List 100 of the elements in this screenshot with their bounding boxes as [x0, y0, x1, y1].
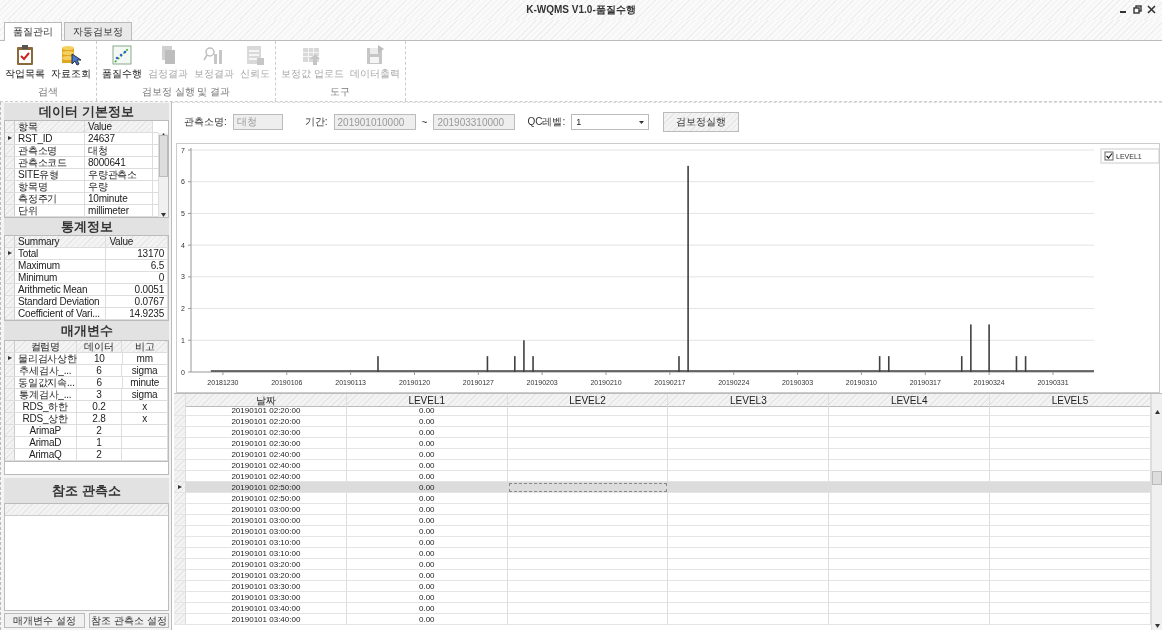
table-cell: 0.00	[346, 416, 508, 427]
window-title: K-WQMS V1.0-품질수행	[526, 3, 636, 17]
table-cell: 20190101 02:20:00	[186, 416, 347, 427]
table-cell: 20190101 03:10:00	[186, 548, 347, 559]
table-cell: ArimaQ	[15, 449, 77, 460]
table-cell: 추세검사_...	[15, 365, 77, 376]
table-cell: 0.00	[346, 537, 508, 548]
table-cell: 20190101 03:30:00	[186, 592, 347, 603]
data-bar	[1015, 356, 1018, 372]
table-cell: 항목명	[15, 181, 85, 192]
table-cell: 20190101 02:20:00	[186, 405, 347, 416]
data-bar	[878, 356, 881, 372]
table-cell: 3	[76, 389, 123, 400]
table-cell: 0	[106, 272, 168, 283]
trend-chart-icon	[111, 44, 133, 66]
table-cell: 통계검사_...	[15, 389, 77, 400]
column-header: 항목	[15, 121, 85, 132]
table-cell: 20190101 03:00:00	[186, 526, 347, 537]
table-cell: 0.00	[346, 438, 508, 449]
group-label: 검색	[37, 85, 59, 99]
settings-button[interactable]: 매개변수 설정	[4, 613, 85, 628]
table-cell: Standard Deviation	[15, 296, 107, 307]
table-cell: minute	[122, 377, 168, 388]
table-cell: 2	[76, 449, 123, 460]
column-header: LEVEL1	[346, 394, 508, 407]
table-cell: 20190101 03:40:00	[186, 614, 347, 625]
column-header: 컬럼명	[15, 341, 77, 352]
table-cell: 20190101 03:20:00	[186, 570, 347, 581]
table-cell: 8000641	[85, 157, 153, 168]
table-cell: 측정주기	[15, 193, 85, 204]
table-cell: 관측소코드	[15, 157, 85, 168]
table-cell: 0.00	[346, 482, 508, 493]
table-cell: RDS_하한	[15, 401, 77, 412]
table-cell: 우량관측소	[85, 169, 153, 180]
table-cell: 2	[76, 425, 123, 436]
table-cell: 0.00	[346, 592, 508, 603]
scroll-down-icon[interactable]	[1154, 624, 1160, 628]
section-title: 매개변수	[4, 321, 169, 340]
ribbon-tab[interactable]: 자동검보정	[64, 22, 132, 40]
scroll-up-icon[interactable]	[1154, 410, 1160, 414]
table-cell: 20190101 03:10:00	[186, 537, 347, 548]
scrollbar-thumb[interactable]	[159, 135, 168, 177]
table-cell: x	[122, 413, 168, 424]
table-cell: 20190101 02:40:00	[186, 449, 347, 460]
table-cell: 10	[77, 353, 123, 364]
table-cell: 물리검사상한	[15, 353, 77, 364]
column-header: 날짜	[186, 394, 347, 407]
dropdown-caret-icon	[639, 120, 645, 124]
section-title: 데이터 기본정보	[4, 103, 169, 120]
table-cell: 20190101 02:30:00	[186, 427, 347, 438]
magnifier-bars-icon	[203, 44, 225, 66]
database-cursor-icon	[60, 44, 82, 66]
table-cell: 10minute	[85, 193, 153, 204]
table-cell: 동일값지속...	[15, 377, 77, 388]
settings-button[interactable]: 참조 관측소 설정	[88, 613, 169, 628]
ribbon-button[interactable]: 품질수행	[100, 44, 144, 85]
field-label: QC레벨:	[527, 115, 566, 129]
table-cell: 24637	[85, 133, 153, 144]
table-cell: 단위	[15, 205, 85, 216]
table-cell: 6	[77, 377, 123, 388]
group-label: 검보정 실행 및 결과	[140, 85, 232, 99]
run-correction-button[interactable]: 검보정실행	[663, 112, 740, 132]
column-header: LEVEL4	[829, 394, 991, 407]
table-cell: 0.00	[346, 405, 508, 416]
table-cell: 0.00	[346, 427, 508, 438]
table-cell: 20190101 03:20:00	[186, 559, 347, 570]
current-row-icon	[8, 136, 12, 140]
current-row-icon	[8, 356, 12, 360]
ribbon-tab[interactable]: 품질관리	[4, 22, 62, 41]
current-row-icon	[8, 251, 12, 255]
table-cell: 20190101 02:50:00	[186, 482, 347, 493]
group-label: 도구	[329, 85, 352, 99]
close-icon[interactable]	[1147, 5, 1156, 14]
table-cell: Minimum	[15, 272, 107, 283]
table-cell: 0.0767	[106, 296, 168, 307]
table-cell: 관측소명	[15, 145, 85, 156]
table-cell: 0.00	[346, 603, 508, 614]
table-cell: 0.00	[346, 515, 508, 526]
table-cell: 14.9235	[106, 308, 168, 319]
column-header: 데이터	[76, 341, 123, 352]
table-cell: mm	[122, 353, 168, 364]
ribbon-button[interactable]: 자료조회	[49, 44, 93, 85]
table-cell: 20190101 03:00:00	[186, 504, 347, 515]
restore-icon[interactable]	[1133, 5, 1142, 14]
column-header: LEVEL3	[668, 394, 830, 407]
ribbon-button[interactable]: 작업목록	[3, 44, 47, 85]
qc-level-dropdown[interactable]: 1	[571, 114, 650, 130]
grid-sheet-icon	[244, 44, 266, 66]
table-cell: RDS_상한	[15, 413, 77, 424]
table-cell: 0.00	[346, 460, 508, 471]
table-cell: 0.2	[76, 401, 123, 412]
table-cell: Arithmetic Mean	[15, 284, 107, 295]
table-cell: 우량	[85, 181, 153, 192]
table-cell: 0.00	[346, 449, 508, 460]
table-cell: sigma	[122, 389, 168, 400]
clipboard-check-icon	[14, 44, 36, 66]
table-cell: 0.00	[346, 526, 508, 537]
range-separator: ~	[421, 116, 428, 128]
legend-checkbox[interactable]	[1104, 151, 1114, 161]
scrollbar-thumb[interactable]	[1152, 471, 1162, 485]
